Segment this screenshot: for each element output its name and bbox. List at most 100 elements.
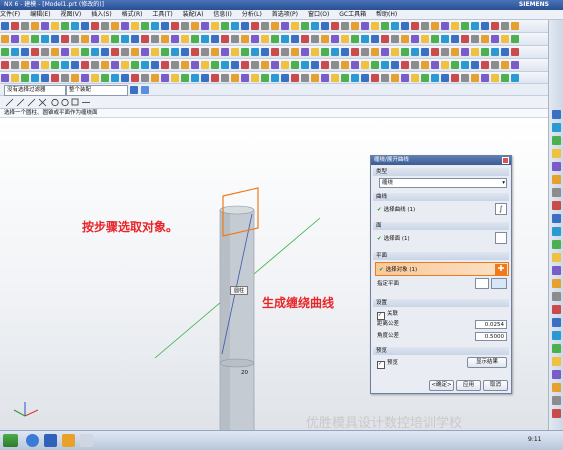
plane-add-icon[interactable]: ✚ <box>495 264 507 275</box>
resource-bar-icon[interactable] <box>552 305 561 314</box>
type-section-header[interactable]: 类型 <box>373 168 509 176</box>
toolbar-tool-icon[interactable] <box>431 22 439 30</box>
toolbar-tool-icon[interactable] <box>421 74 429 82</box>
toolbar-tool-icon[interactable] <box>331 48 339 56</box>
browser-icon[interactable] <box>26 434 39 447</box>
toolbar-tool-icon[interactable] <box>171 61 179 69</box>
toolbar-tool-icon[interactable] <box>321 22 329 30</box>
toolbar-tool-icon[interactable] <box>131 22 139 30</box>
toolbar-tool-icon[interactable] <box>11 22 19 30</box>
toolbar-tool-icon[interactable] <box>171 48 179 56</box>
toolbar-tool-icon[interactable] <box>41 48 49 56</box>
menu-gc-toolbox[interactable]: GC工具箱 <box>339 11 366 18</box>
menu-analysis[interactable]: 分析(L) <box>242 11 262 18</box>
toolbar-tool-icon[interactable] <box>241 22 249 30</box>
toolbar-tool-icon[interactable] <box>161 74 169 82</box>
toolbar-tool-icon[interactable] <box>111 48 119 56</box>
associative-row[interactable]: ✓ 关联 <box>377 310 398 320</box>
toolbar-tool-icon[interactable] <box>221 61 229 69</box>
menu-assembly[interactable]: 装配(A) <box>183 11 204 18</box>
toolbar-tool-icon[interactable] <box>111 61 119 69</box>
toolbar-tool-icon[interactable] <box>501 22 509 30</box>
toolbar-tool-icon[interactable] <box>281 74 289 82</box>
toolbar-tool-icon[interactable] <box>461 35 469 43</box>
toolbar-tool-icon[interactable] <box>81 22 89 30</box>
toolbar-tool-icon[interactable] <box>381 22 389 30</box>
toolbar-tool-icon[interactable] <box>171 22 179 30</box>
toolbar-tool-icon[interactable] <box>471 35 479 43</box>
toolbar-tool-icon[interactable] <box>291 35 299 43</box>
toolbar-tool-icon[interactable] <box>141 35 149 43</box>
toolbar-tool-icon[interactable] <box>341 74 349 82</box>
toolbar-tool-icon[interactable] <box>241 35 249 43</box>
toolbar-tool-icon[interactable] <box>71 74 79 82</box>
toolbar-tool-icon[interactable] <box>361 35 369 43</box>
toolbar-tool-icon[interactable] <box>181 74 189 82</box>
toolbar-tool-icon[interactable] <box>51 61 59 69</box>
toolbar-tool-icon[interactable] <box>451 74 459 82</box>
toolbar-tool-icon[interactable] <box>431 35 439 43</box>
toolbar-tool-icon[interactable] <box>431 48 439 56</box>
toolbar-tool-icon[interactable] <box>321 48 329 56</box>
toolbar-tool-icon[interactable] <box>461 61 469 69</box>
toolbar-tool-icon[interactable] <box>201 74 209 82</box>
toolbar-tool-icon[interactable] <box>491 74 499 82</box>
toolbar-tool-icon[interactable] <box>371 74 379 82</box>
toolbar-tool-icon[interactable] <box>301 22 309 30</box>
toolbar-tool-icon[interactable] <box>371 48 379 56</box>
resource-bar-icon[interactable] <box>552 240 561 249</box>
toolbar-tool-icon[interactable] <box>151 61 159 69</box>
toolbar-tool-icon[interactable] <box>161 61 169 69</box>
toolbar-tool-icon[interactable] <box>181 61 189 69</box>
resource-bar-icon[interactable] <box>552 201 561 210</box>
plane-method-dropdown[interactable] <box>491 278 507 289</box>
toolbar-tool-icon[interactable] <box>111 22 119 30</box>
menu-insert[interactable]: 插入(S) <box>91 11 112 18</box>
resource-bar-icon[interactable] <box>552 292 561 301</box>
toolbar-tool-icon[interactable] <box>181 22 189 30</box>
resource-bar-icon[interactable] <box>552 357 561 366</box>
toolbar-tool-icon[interactable] <box>221 74 229 82</box>
toolbar-tool-icon[interactable] <box>1 74 9 82</box>
toolbar-tool-icon[interactable] <box>121 22 129 30</box>
toolbar-tool-icon[interactable] <box>261 61 269 69</box>
toolbar-tool-icon[interactable] <box>311 74 319 82</box>
toolbar-tool-icon[interactable] <box>91 61 99 69</box>
toolbar-tool-icon[interactable] <box>11 61 19 69</box>
window-icon[interactable] <box>80 434 93 447</box>
toolbar-tool-icon[interactable] <box>481 22 489 30</box>
toolbar-tool-icon[interactable] <box>381 74 389 82</box>
toolbar-tool-icon[interactable] <box>381 35 389 43</box>
toolbar-tool-icon[interactable] <box>231 35 239 43</box>
toolbar-tool-icon[interactable] <box>151 22 159 30</box>
toolbar-tool-icon[interactable] <box>21 61 29 69</box>
toolbar-tool-icon[interactable] <box>431 74 439 82</box>
toolbar-tool-icon[interactable] <box>291 22 299 30</box>
toolbar-tool-icon[interactable] <box>391 48 399 56</box>
toolbar-tool-icon[interactable] <box>191 22 199 30</box>
toolbar-tool-icon[interactable] <box>461 74 469 82</box>
toolbar-tool-icon[interactable] <box>221 35 229 43</box>
toolbar-tool-icon[interactable] <box>331 35 339 43</box>
toolbar-tool-icon[interactable] <box>361 61 369 69</box>
toolbar-tool-icon[interactable] <box>271 74 279 82</box>
toolbar-tool-icon[interactable] <box>51 22 59 30</box>
menu-format[interactable]: 格式(R) <box>122 11 143 18</box>
toolbar-tool-icon[interactable] <box>31 74 39 82</box>
toolbar-tool-icon[interactable] <box>381 61 389 69</box>
toolbar-tool-icon[interactable] <box>401 74 409 82</box>
toolbar-tool-icon[interactable] <box>281 22 289 30</box>
toolbar-tool-icon[interactable] <box>131 48 139 56</box>
toolbar-tool-icon[interactable] <box>301 74 309 82</box>
toolbar-tool-icon[interactable] <box>371 22 379 30</box>
toolbar-tool-icon[interactable] <box>301 61 309 69</box>
toolbar-tool-icon[interactable] <box>61 48 69 56</box>
plane-section-header[interactable]: 平面 <box>373 252 509 260</box>
toolbar-tool-icon[interactable] <box>221 22 229 30</box>
toolbar-tool-icon[interactable] <box>411 74 419 82</box>
toolbar-tool-icon[interactable] <box>21 22 29 30</box>
toolbar-tool-icon[interactable] <box>481 74 489 82</box>
toolbar-tool-icon[interactable] <box>111 35 119 43</box>
menu-view[interactable]: 视图(V) <box>60 11 81 18</box>
toolbar-tool-icon[interactable] <box>31 22 39 30</box>
